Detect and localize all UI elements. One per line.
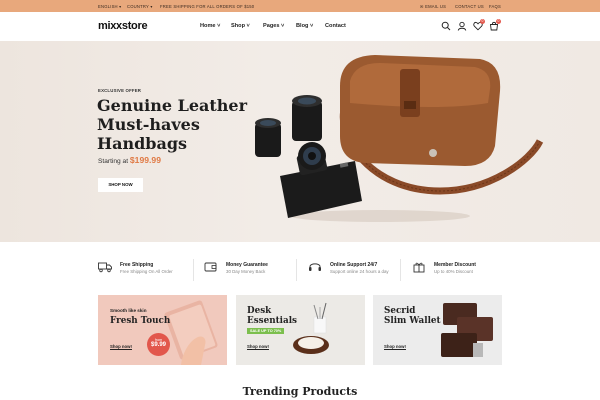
shipping-notice: FREE SHIPPING FOR ALL ORDERS OF $150 — [160, 3, 255, 9]
feature-money-guarantee: Money Guarantee 30 Day Money Back — [204, 260, 314, 282]
faq-link[interactable]: FAQS — [489, 4, 501, 9]
top-bar: ENGLISH ▾ COUNTRY ▾ FREE SHIPPING FOR AL… — [0, 0, 600, 12]
divider — [296, 259, 297, 281]
divider — [400, 259, 401, 281]
feature-subtitle: Up to 40% Discount — [434, 269, 473, 274]
hero-eyebrow: EXCLUSIVE OFFER — [98, 88, 142, 93]
country-selector[interactable]: COUNTRY ▾ — [127, 4, 153, 9]
banner-subtitle: Smooth like skin — [110, 308, 147, 313]
hero-product-image — [255, 55, 544, 222]
banner-product-image — [441, 303, 493, 357]
price-badge: from $9.99 — [147, 333, 170, 356]
promo-banner-fresh-touch[interactable]: Smooth like skin Fresh Touch from $9.99 … — [98, 295, 227, 365]
banner-shop-link[interactable]: Shop now! — [384, 344, 406, 349]
banner-title-line1: Secrid — [384, 306, 416, 316]
feature-title: Online Support 24/7 — [330, 262, 378, 268]
banner-product-image — [293, 302, 329, 354]
feature-member-discount: Member Discount Up to 40% Discount — [412, 260, 522, 282]
cart-count-badge: 0 — [496, 19, 501, 24]
feature-subtitle: Free Shipping On All Order — [120, 269, 173, 274]
contact-us-link[interactable]: CONTACT US — [455, 4, 484, 9]
banner-title-line1: Desk — [247, 306, 272, 316]
language-selector[interactable]: ENGLISH ▾ — [98, 4, 121, 9]
email-us-link[interactable]: ✉ EMAIL US — [420, 4, 446, 9]
promo-banner-secrid-wallet[interactable]: Secrid Slim Wallet Shop now! — [373, 295, 502, 365]
banner-shop-link[interactable]: Shop now! — [247, 344, 269, 349]
banner-title-line2: Slim Wallet — [384, 316, 441, 326]
truck-icon — [98, 262, 112, 273]
feature-title: Free Shipping — [120, 262, 154, 268]
banner-title-line2: Essentials — [247, 316, 298, 326]
search-icon[interactable] — [441, 21, 451, 31]
nav-contact[interactable]: Contact — [325, 23, 346, 29]
banner-shop-link[interactable]: Shop now! — [110, 344, 132, 349]
wishlist-count-badge: 0 — [480, 19, 485, 24]
hero-title-line3: Handbags — [97, 134, 188, 153]
nav-home[interactable]: Home ˅ — [200, 23, 220, 29]
feature-subtitle: Support online 24 hours a day — [330, 269, 389, 274]
section-title: Trending Products — [242, 385, 358, 398]
feature-free-shipping: Free Shipping Free Shipping On All Order — [98, 260, 208, 282]
headset-icon — [309, 263, 321, 271]
hero-price: Starting at $199.99 — [98, 155, 161, 165]
nav-blog[interactable]: Blog ˅ — [296, 23, 313, 29]
divider — [193, 259, 194, 281]
hero-title-line2: Must-haves — [97, 115, 200, 134]
feature-title: Member Discount — [434, 262, 476, 268]
shop-now-button[interactable]: SHOP NOW — [98, 178, 143, 192]
banner-title: Fresh Touch — [110, 316, 171, 326]
feature-title: Money Guarantee — [226, 262, 268, 268]
hero-title-line1: Genuine Leather — [97, 96, 247, 115]
sale-badge: SALE UP TO 70% — [247, 328, 285, 334]
nav-pages[interactable]: Pages ˅ — [263, 23, 284, 29]
nav-shop[interactable]: Shop ˅ — [231, 23, 250, 29]
gift-icon — [413, 262, 425, 273]
promo-banner-desk-essentials[interactable]: Desk Essentials SALE UP TO 70% Shop now! — [236, 295, 365, 365]
wallet-icon — [204, 262, 217, 272]
feature-subtitle: 30 Day Money Back — [226, 269, 266, 274]
logo[interactable]: mixxstore — [98, 20, 148, 32]
feature-online-support: Online Support 24/7 Support online 24 ho… — [308, 260, 418, 282]
account-icon[interactable] — [457, 21, 467, 31]
